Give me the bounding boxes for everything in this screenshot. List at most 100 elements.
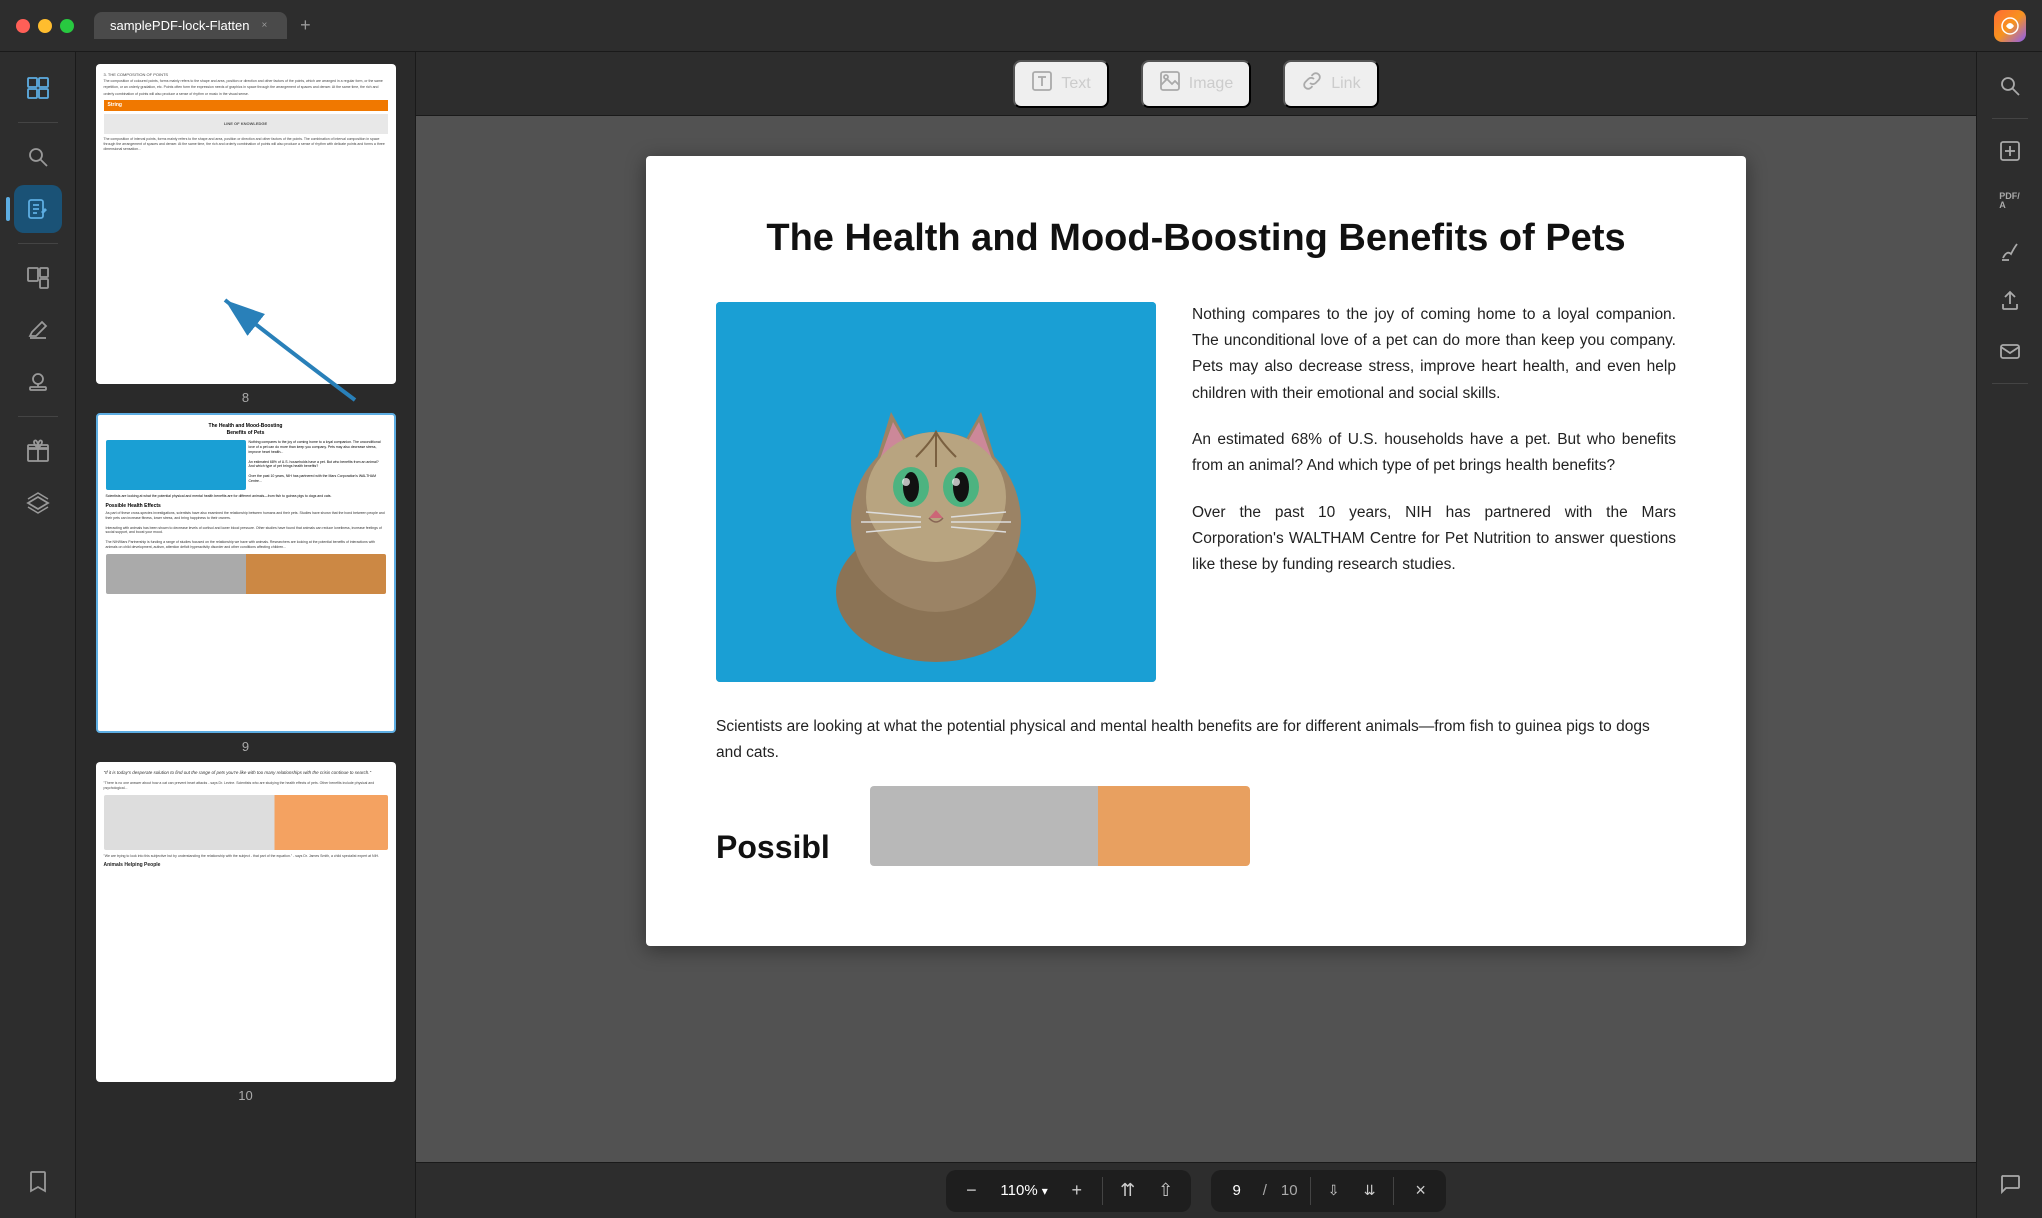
- cat-illustration-svg: [716, 302, 1156, 682]
- right-search-button[interactable]: [1988, 64, 2032, 108]
- thumb9-health-heading: Possible Health Effects: [106, 503, 386, 509]
- thumb9-inner: The Health and Mood-BoostingBenefits of …: [98, 415, 394, 604]
- thumb9-row: Nothing compares to the joy of coming ho…: [106, 440, 386, 490]
- thumbnail-page-10[interactable]: "If it is today's desperate solution to …: [96, 762, 396, 1082]
- page-separator: /: [1257, 1182, 1273, 1199]
- thumb8-inner: 3. THE COMPOSITION OF POINTS The composi…: [98, 66, 394, 157]
- thumb10-inner: "If it is today's desperate solution to …: [98, 764, 394, 878]
- thumb9-title: The Health and Mood-BoostingBenefits of …: [106, 423, 386, 436]
- page-navigation: / 10 ⇩ ⇊ ×: [1211, 1170, 1446, 1212]
- app-icon: [1994, 10, 2026, 42]
- thumbnail-page-8[interactable]: 3. THE COMPOSITION OF POINTS The composi…: [96, 64, 396, 384]
- pdf-para3: Over the past 10 years, NIH has partnere…: [1192, 500, 1676, 579]
- thumb-number-10: 10: [238, 1088, 252, 1103]
- sidebar-item-layers[interactable]: [14, 479, 62, 527]
- sidebar-item-bookmark[interactable]: [14, 1158, 62, 1206]
- pdf-cat-image: [716, 302, 1156, 682]
- top-toolbar: Text Image: [416, 52, 1976, 116]
- text-tool-label: Text: [1061, 75, 1090, 93]
- tab-close-button[interactable]: ×: [257, 19, 271, 33]
- right-mail-button[interactable]: [1988, 329, 2032, 373]
- page-total: 10: [1275, 1182, 1304, 1199]
- right-sign-button[interactable]: [1988, 229, 2032, 273]
- tab-title: samplePDF-lock-Flatten: [110, 18, 249, 33]
- sidebar-divider-3: [18, 416, 58, 417]
- link-tool-button[interactable]: Link: [1283, 60, 1378, 108]
- thumb9-effects-text: As part of these cross-species investiga…: [106, 511, 386, 550]
- sidebar-divider-1: [18, 122, 58, 123]
- page-sep-2: [1393, 1177, 1394, 1205]
- image-tool-icon: [1159, 70, 1181, 98]
- thumb9-dual-cats-image: [106, 554, 386, 594]
- pdfa-label: PDF/A: [1999, 192, 2020, 210]
- tab-main[interactable]: samplePDF-lock-Flatten ×: [94, 12, 287, 39]
- thumb10-animals-heading: Animals Helping People: [104, 862, 388, 870]
- sidebar-item-stamp[interactable]: [14, 358, 62, 406]
- sidebar-divider-2: [18, 243, 58, 244]
- pdf-bottom-row: Possibl: [716, 786, 1676, 866]
- thumb9-text: Nothing compares to the joy of coming ho…: [249, 440, 386, 490]
- image-tool-button[interactable]: Image: [1141, 60, 1251, 108]
- sidebar-item-search[interactable]: [14, 133, 62, 181]
- text-tool-button[interactable]: Text: [1013, 60, 1108, 108]
- thumb10-reindeer-image: [104, 795, 388, 850]
- sidebar-item-annotate[interactable]: [14, 306, 62, 354]
- right-pdfa-button[interactable]: PDF/A: [1988, 179, 2032, 223]
- close-zoom-button[interactable]: ×: [1404, 1174, 1438, 1208]
- page-sep: [1310, 1177, 1311, 1205]
- sidebar-item-edit-pdf[interactable]: Edit PDF ⌘2: [14, 185, 62, 233]
- thumbnail-item-9: The Health and Mood-BoostingBenefits of …: [84, 413, 407, 754]
- add-tab-button[interactable]: +: [291, 12, 319, 40]
- thumbnail-panel: 3. THE COMPOSITION OF POINTS The composi…: [76, 52, 416, 1218]
- zoom-separator: [1102, 1177, 1103, 1205]
- zoom-value-display[interactable]: 110% ▾: [992, 1182, 1055, 1199]
- pdf-possible-heading: Possibl: [716, 829, 830, 865]
- image-tool-label: Image: [1189, 75, 1233, 93]
- right-chat-button[interactable]: [1988, 1162, 2032, 1206]
- zoom-percent: 110%: [1000, 1182, 1037, 1199]
- sidebar-item-organize[interactable]: [14, 254, 62, 302]
- zoom-fit-height-button[interactable]: ⇈: [1111, 1174, 1145, 1208]
- titlebar: samplePDF-lock-Flatten × +: [0, 0, 2042, 52]
- thumb9-bottom-text: Scientists are looking at what the poten…: [106, 494, 386, 499]
- page-last-button[interactable]: ⇊: [1353, 1174, 1387, 1208]
- link-tool-label: Link: [1331, 75, 1360, 93]
- pdf-text-block: Nothing compares to the joy of coming ho…: [1192, 302, 1676, 682]
- page-next-button[interactable]: ⇩: [1317, 1174, 1351, 1208]
- app-body: Edit PDF ⌘2: [0, 52, 2042, 1218]
- maximize-button[interactable]: [60, 19, 74, 33]
- window-controls: [16, 19, 74, 33]
- text-tool-icon: [1031, 70, 1053, 98]
- close-button[interactable]: [16, 19, 30, 33]
- thumbnail-item-10: "If it is today's desperate solution to …: [84, 762, 407, 1103]
- sidebar-item-gift[interactable]: [14, 427, 62, 475]
- minimize-button[interactable]: [38, 19, 52, 33]
- pdf-viewer[interactable]: The Health and Mood-Boosting Benefits of…: [416, 116, 1976, 1162]
- thumb-number-8: 8: [242, 390, 249, 405]
- sidebar-item-thumbnails[interactable]: [14, 64, 62, 112]
- pdf-para2: An estimated 68% of U.S. households have…: [1192, 427, 1676, 480]
- right-scan-button[interactable]: [1988, 129, 2032, 173]
- pdf-possible-heading-container: Possibl: [716, 829, 830, 866]
- active-indicator: [6, 197, 10, 221]
- left-sidebar: Edit PDF ⌘2: [0, 52, 76, 1218]
- thumbnail-page-9[interactable]: The Health and Mood-BoostingBenefits of …: [96, 413, 396, 733]
- zoom-increase-button[interactable]: +: [1060, 1174, 1094, 1208]
- bottom-toolbar: − 110% ▾ + ⇈ ⇧ / 10 ⇩ ⇊ ×: [416, 1162, 1976, 1218]
- pdf-page-content: The Health and Mood-Boosting Benefits of…: [646, 156, 1746, 946]
- pdf-bottom-text: Scientists are looking at what the poten…: [716, 714, 1676, 767]
- page-number-input[interactable]: [1219, 1182, 1255, 1199]
- thumb-number-9: 9: [242, 739, 249, 754]
- zoom-control: − 110% ▾ + ⇈ ⇧: [946, 1170, 1190, 1212]
- right-sidebar: PDF/A: [1976, 52, 2042, 1218]
- thumbnail-item-8: 3. THE COMPOSITION OF POINTS The composi…: [84, 64, 407, 405]
- right-share-button[interactable]: [1988, 279, 2032, 323]
- zoom-fit-width-button[interactable]: ⇧: [1149, 1174, 1183, 1208]
- right-divider-1: [1992, 118, 2028, 119]
- zoom-dropdown-arrow: ▾: [1042, 1184, 1048, 1198]
- pdf-content-row: Nothing compares to the joy of coming ho…: [716, 302, 1676, 682]
- zoom-decrease-button[interactable]: −: [954, 1174, 988, 1208]
- pdf-bottom-image: [870, 786, 1250, 866]
- tab-bar: samplePDF-lock-Flatten × +: [94, 12, 1994, 40]
- pdf-title: The Health and Mood-Boosting Benefits of…: [716, 216, 1676, 262]
